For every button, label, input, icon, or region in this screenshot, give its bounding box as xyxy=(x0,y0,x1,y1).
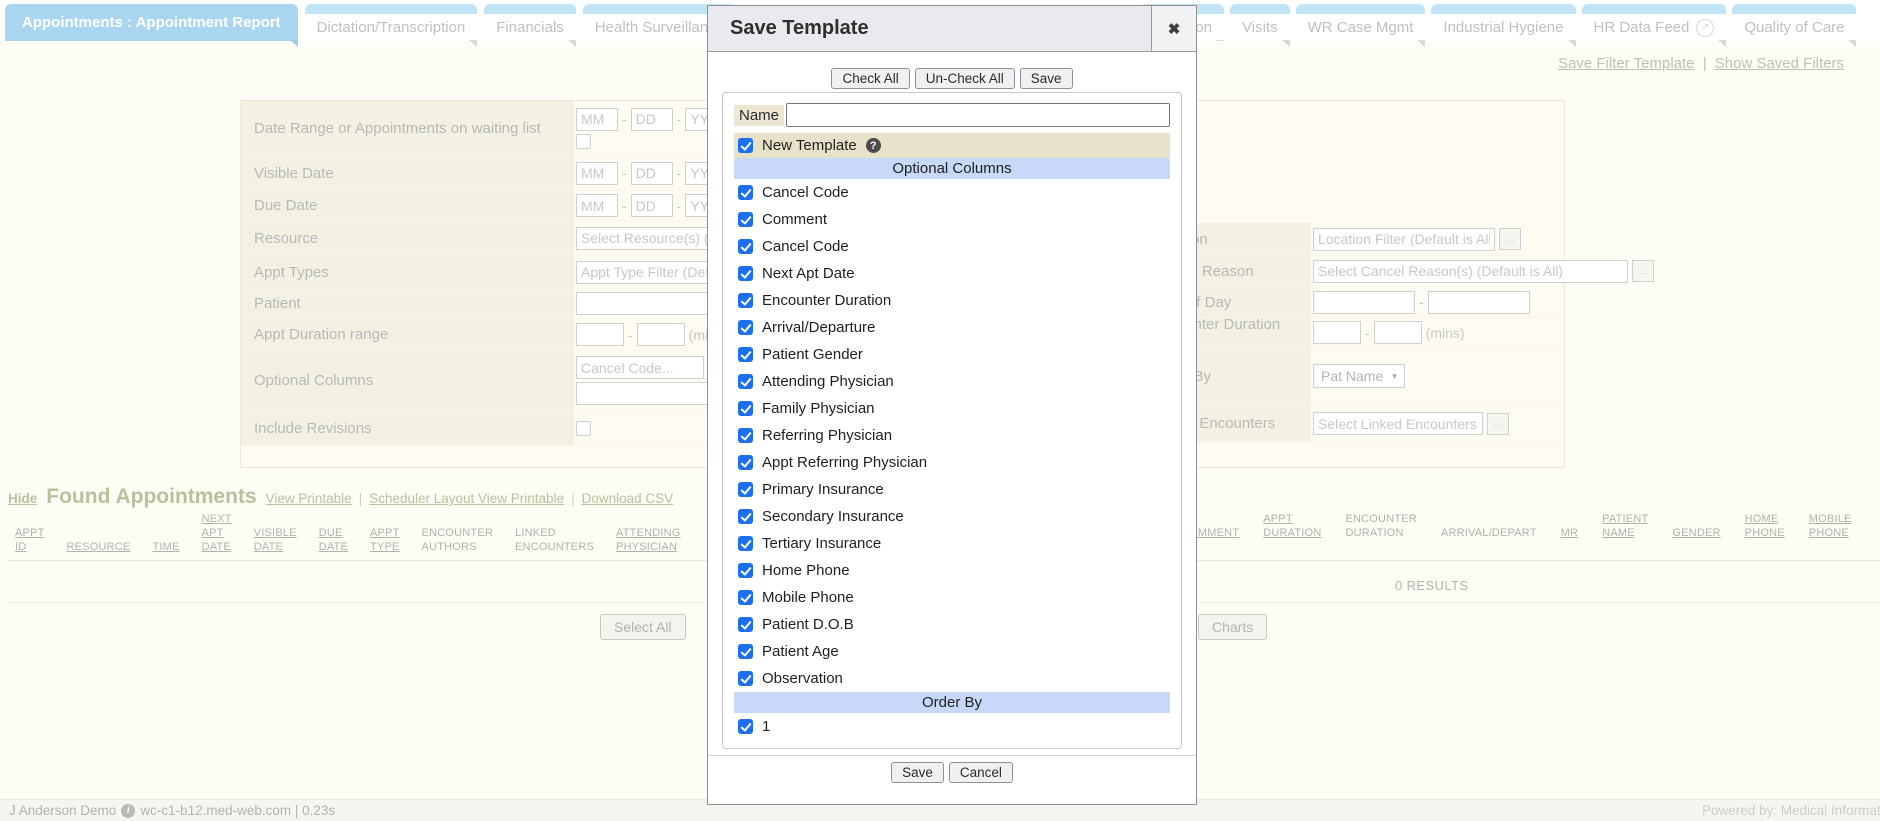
checkbox-checked-icon[interactable] xyxy=(738,536,753,551)
save-button-top[interactable]: Save xyxy=(1020,68,1073,89)
checkbox-checked-icon[interactable] xyxy=(738,266,753,281)
optional-column-row[interactable]: Patient D.O.B xyxy=(734,611,1170,638)
checkbox-checked-icon[interactable] xyxy=(738,401,753,416)
optional-column-label: Tertiary Insurance xyxy=(762,535,881,552)
optional-column-row[interactable]: Encounter Duration xyxy=(734,287,1170,314)
check-all-button[interactable]: Check All xyxy=(831,68,909,89)
template-name-label: Name xyxy=(734,105,784,126)
optional-column-label: Home Phone xyxy=(762,562,850,579)
optional-column-label: Cancel Code xyxy=(762,184,849,201)
checkbox-checked-icon[interactable] xyxy=(738,428,753,443)
checkbox-checked-icon[interactable] xyxy=(738,617,753,632)
optional-column-label: Patient Gender xyxy=(762,346,863,363)
optional-columns-section-header: Optional Columns xyxy=(734,158,1170,179)
new-template-label: New Template xyxy=(762,137,857,154)
optional-column-row[interactable]: Patient Gender xyxy=(734,341,1170,368)
checkbox-checked-icon[interactable] xyxy=(738,374,753,389)
save-button[interactable]: Save xyxy=(891,762,944,783)
checkbox-checked-icon[interactable] xyxy=(738,347,753,362)
optional-column-row[interactable]: Cancel Code xyxy=(734,179,1170,206)
checkbox-checked-icon[interactable] xyxy=(738,509,753,524)
template-name-row: Name xyxy=(734,103,1170,127)
optional-column-label: Secondary Insurance xyxy=(762,508,904,525)
optional-column-row[interactable]: Home Phone xyxy=(734,557,1170,584)
optional-column-label: Referring Physician xyxy=(762,427,892,444)
optional-column-label: Primary Insurance xyxy=(762,481,884,498)
optional-column-label: Cancel Code xyxy=(762,238,849,255)
optional-column-label: Arrival/Departure xyxy=(762,319,875,336)
optional-column-label: Attending Physician xyxy=(762,373,894,390)
webchart-app: Appointments : Appointment Report Dictat… xyxy=(0,0,1880,821)
new-template-row[interactable]: New Template ? xyxy=(734,133,1170,158)
optional-columns-list: Cancel Code Comment Cancel Code xyxy=(734,179,1170,692)
order-by-list: 1 xyxy=(734,713,1170,740)
optional-column-row[interactable]: Secondary Insurance xyxy=(734,503,1170,530)
checkbox-checked-icon[interactable] xyxy=(738,563,753,578)
checkbox-checked-icon[interactable] xyxy=(738,138,753,153)
optional-column-row[interactable]: Patient Age xyxy=(734,638,1170,665)
uncheck-all-button[interactable]: Un-Check All xyxy=(915,68,1015,89)
optional-column-row[interactable]: Family Physician xyxy=(734,395,1170,422)
dialog-title: Save Template xyxy=(708,6,1151,51)
template-name-input[interactable] xyxy=(786,103,1170,127)
optional-column-label: Next Apt Date xyxy=(762,265,855,282)
optional-column-label: Family Physician xyxy=(762,400,875,417)
optional-column-row[interactable]: Appt Referring Physician xyxy=(734,449,1170,476)
dialog-footer: Save Cancel xyxy=(708,755,1196,783)
order-by-item-label: 1 xyxy=(762,718,770,735)
optional-column-row[interactable]: Comment xyxy=(734,206,1170,233)
optional-column-row[interactable]: Observation xyxy=(734,665,1170,692)
optional-column-label: Appt Referring Physician xyxy=(762,454,927,471)
checkbox-checked-icon[interactable] xyxy=(738,293,753,308)
optional-column-label: Patient Age xyxy=(762,643,839,660)
optional-column-label: Patient D.O.B xyxy=(762,616,854,633)
help-icon[interactable]: ? xyxy=(866,138,881,153)
dialog-toolbar: Check All Un-Check All Save xyxy=(708,68,1196,89)
cancel-button[interactable]: Cancel xyxy=(949,762,1013,783)
optional-column-row[interactable]: Referring Physician xyxy=(734,422,1170,449)
save-template-dialog: Save Template ✖ Check All Un-Check All S… xyxy=(707,5,1197,805)
checkbox-checked-icon[interactable] xyxy=(738,320,753,335)
checkbox-checked-icon[interactable] xyxy=(738,671,753,686)
checkbox-checked-icon[interactable] xyxy=(738,719,753,734)
checkbox-checked-icon[interactable] xyxy=(738,590,753,605)
optional-column-row[interactable]: Tertiary Insurance xyxy=(734,530,1170,557)
optional-column-row[interactable]: Next Apt Date xyxy=(734,260,1170,287)
checkbox-checked-icon[interactable] xyxy=(738,185,753,200)
checkbox-checked-icon[interactable] xyxy=(738,644,753,659)
template-options-panel: Name New Template ? Optional Columns Can… xyxy=(722,92,1182,749)
checkbox-checked-icon[interactable] xyxy=(738,455,753,470)
optional-column-label: Encounter Duration xyxy=(762,292,891,309)
close-icon[interactable]: ✖ xyxy=(1151,6,1196,51)
optional-column-label: Mobile Phone xyxy=(762,589,854,606)
optional-column-label: Observation xyxy=(762,670,843,687)
optional-column-row[interactable]: Mobile Phone xyxy=(734,584,1170,611)
optional-column-row[interactable]: Cancel Code xyxy=(734,233,1170,260)
optional-column-row[interactable]: Primary Insurance xyxy=(734,476,1170,503)
optional-column-row[interactable]: Arrival/Departure xyxy=(734,314,1170,341)
checkbox-checked-icon[interactable] xyxy=(738,482,753,497)
checkbox-checked-icon[interactable] xyxy=(738,212,753,227)
order-by-section-header: Order By xyxy=(734,692,1170,713)
order-by-row[interactable]: 1 xyxy=(734,713,1170,740)
checkbox-checked-icon[interactable] xyxy=(738,239,753,254)
optional-column-row[interactable]: Attending Physician xyxy=(734,368,1170,395)
optional-column-label: Comment xyxy=(762,211,827,228)
dialog-header: Save Template ✖ xyxy=(708,6,1196,52)
